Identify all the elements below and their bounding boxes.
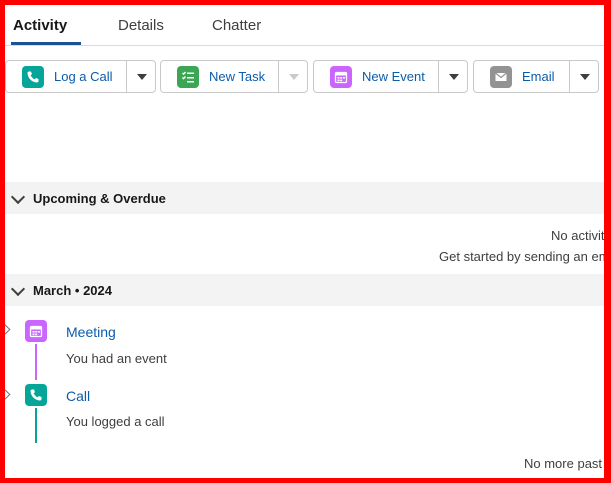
new-event-dropdown[interactable]: [439, 61, 469, 92]
timeline-item-title[interactable]: Meeting: [66, 324, 116, 340]
upcoming-empty-hint: Get started by sending an ema: [439, 249, 604, 264]
month-section-title: March • 2024: [33, 283, 112, 298]
chevron-down-icon: [289, 73, 299, 80]
phone-icon: [22, 66, 44, 88]
chevron-down-icon: [580, 73, 590, 80]
tab-activity[interactable]: Activity: [13, 17, 67, 34]
no-more-past-activities: No more past a: [524, 456, 604, 471]
phone-icon: [25, 384, 47, 406]
log-call-button-group: Log a Call: [5, 60, 156, 93]
log-call-button[interactable]: Log a Call: [6, 61, 127, 92]
expand-item-chevron-icon[interactable]: [5, 324, 11, 335]
month-section-header[interactable]: March • 2024: [5, 274, 604, 306]
activity-panel: Activity Details Chatter Log a Call New …: [5, 5, 604, 483]
highlight-frame-right: [604, 0, 611, 483]
email-button-group: Email: [473, 60, 599, 93]
log-call-label: Log a Call: [54, 69, 113, 84]
chevron-down-icon: [10, 281, 26, 297]
timeline-item-description: You logged a call: [66, 414, 165, 429]
log-call-dropdown[interactable]: [127, 61, 157, 92]
timeline-connector: [35, 344, 37, 380]
new-task-dropdown[interactable]: [279, 61, 309, 92]
expand-item-chevron-icon[interactable]: [5, 389, 11, 400]
email-dropdown[interactable]: [570, 61, 600, 92]
upcoming-section-header[interactable]: Upcoming & Overdue: [5, 182, 604, 214]
new-task-label: New Task: [209, 69, 266, 84]
chevron-down-icon: [449, 73, 459, 80]
upcoming-empty-message: No activiti: [551, 228, 604, 243]
active-tab-indicator: [11, 42, 81, 45]
new-task-button-group: New Task: [160, 60, 308, 93]
new-event-button[interactable]: New Event: [314, 61, 439, 92]
email-label: Email: [522, 69, 555, 84]
calendar-icon: [25, 320, 47, 342]
chevron-down-icon: [10, 189, 26, 205]
tab-chatter[interactable]: Chatter: [212, 17, 261, 34]
timeline-connector: [35, 408, 37, 443]
timeline-item-title[interactable]: Call: [66, 388, 90, 404]
email-button[interactable]: Email: [474, 61, 570, 92]
new-task-button[interactable]: New Task: [161, 61, 279, 92]
new-event-label: New Event: [362, 69, 425, 84]
task-list-icon: [177, 66, 199, 88]
email-icon: [490, 66, 512, 88]
tab-details[interactable]: Details: [118, 17, 164, 34]
chevron-down-icon: [137, 73, 147, 80]
timeline-item-description: You had an event: [66, 351, 167, 366]
calendar-icon: [330, 66, 352, 88]
upcoming-section-title: Upcoming & Overdue: [33, 191, 166, 206]
new-event-button-group: New Event: [313, 60, 468, 93]
tab-bar: Activity Details Chatter: [5, 5, 604, 46]
